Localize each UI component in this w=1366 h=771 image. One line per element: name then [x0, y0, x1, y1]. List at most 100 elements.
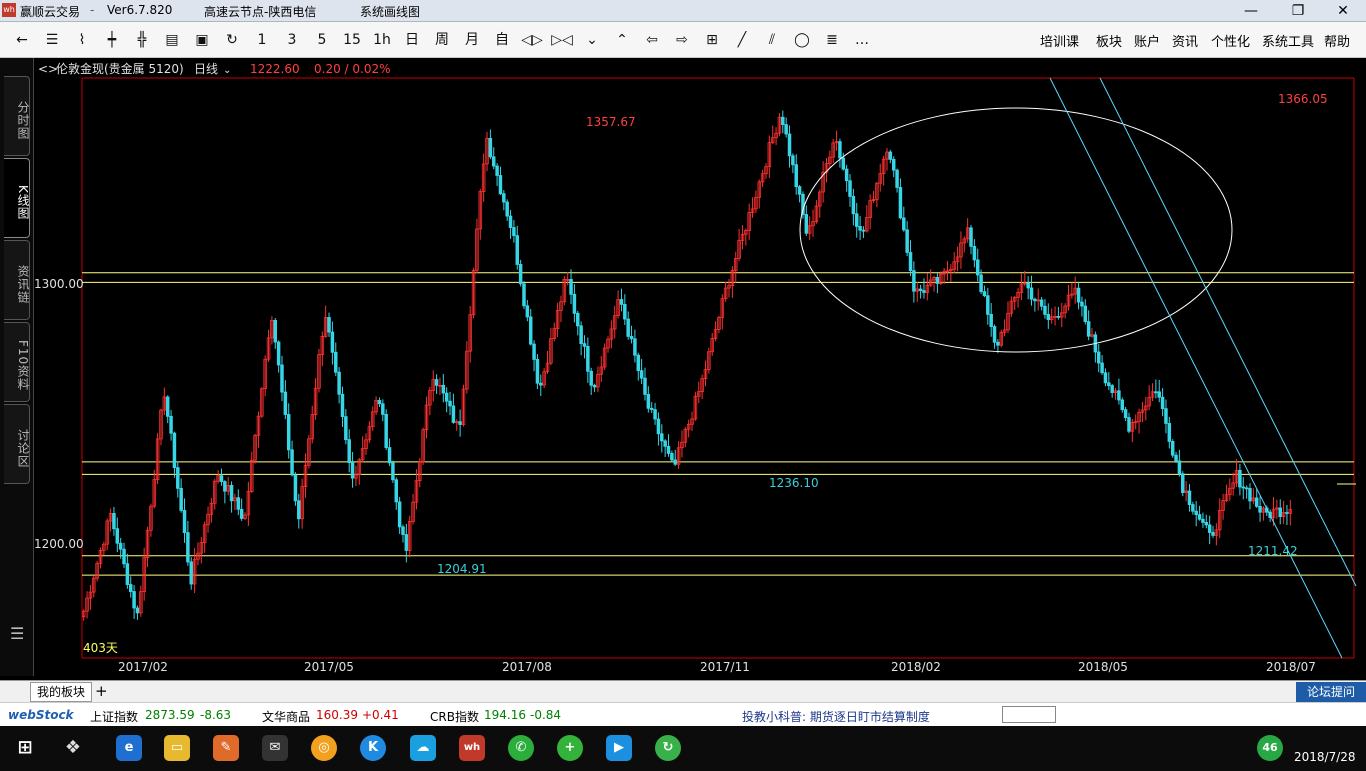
restore-button[interactable]: ❐	[1275, 0, 1321, 22]
period-week-button[interactable]: 周	[430, 29, 454, 51]
edge-icon[interactable]: e	[116, 735, 142, 761]
tab-discussion[interactable]: 讨论区	[4, 404, 30, 484]
plus-app-icon[interactable]: +	[557, 735, 583, 761]
minimize-button[interactable]: —	[1228, 0, 1274, 22]
candle-body	[649, 407, 654, 410]
arrow-right-icon[interactable]: ⇨	[670, 29, 694, 51]
candle-body	[276, 341, 281, 366]
app-k-icon[interactable]: K	[360, 735, 386, 761]
y-tick-1300: 1300.00	[34, 277, 84, 291]
candle-body	[989, 313, 993, 327]
arrow-left-icon[interactable]: ⇦	[640, 29, 664, 51]
menu-icon[interactable]: ☰	[10, 624, 24, 643]
kline-icon[interactable]: ┿	[100, 29, 124, 51]
cloud-icon[interactable]: ☁	[410, 735, 436, 761]
start-icon[interactable]: ⊞	[12, 735, 38, 761]
task-view-icon[interactable]: ❖	[60, 735, 86, 761]
menu-account[interactable]: 账户	[1134, 31, 1160, 50]
app-orange-icon[interactable]: ◎	[311, 735, 337, 761]
news-ticker[interactable]: 投教小科普: 期货逐日盯市结算制度	[742, 708, 930, 725]
zoom-out-icon[interactable]: ▷◁	[550, 29, 574, 51]
menu-news[interactable]: 资讯	[1172, 31, 1198, 50]
annotation-low-3: 1236.10	[769, 476, 819, 490]
candle-body	[223, 481, 227, 492]
more-icon[interactable]: …	[850, 29, 874, 51]
menu-sector[interactable]: 板块	[1096, 31, 1122, 50]
paint-icon[interactable]: ✎	[213, 735, 239, 761]
kline-chart[interactable]: <> 伦敦金现(贵金属 5120) 日线 ⌄ 1222.60 0.20 / 0.…	[34, 58, 1366, 676]
f10-icon[interactable]: ▤	[160, 29, 184, 51]
period-3min-button[interactable]: 3	[280, 29, 304, 51]
candle-body	[898, 187, 903, 219]
candle-body	[128, 584, 133, 592]
period-day-button[interactable]: 日	[400, 29, 424, 51]
annotation-high-1: 1366.05	[1278, 92, 1328, 106]
candle-body	[337, 371, 341, 395]
mail-icon[interactable]: ✉	[262, 735, 288, 761]
line-chart-icon[interactable]: ⌇	[70, 29, 94, 51]
candle-body	[280, 364, 284, 393]
period-1min-button[interactable]: 1	[250, 29, 274, 51]
candle-body	[165, 396, 170, 417]
draw-ellipse-icon[interactable]: ◯	[790, 29, 814, 51]
candle-body	[992, 326, 997, 343]
chevron-up-icon[interactable]: ⌃	[610, 29, 634, 51]
candle-body	[381, 403, 385, 415]
menu-personalize[interactable]: 个性化	[1211, 31, 1250, 50]
list-icon[interactable]: ☰	[40, 29, 64, 51]
candle-body	[458, 421, 462, 425]
add-tab-button[interactable]: +	[95, 682, 108, 700]
layout-icon[interactable]: ⊞	[700, 29, 724, 51]
green-app-icon[interactable]: ↻	[655, 735, 681, 761]
folder-icon[interactable]: ▭	[164, 735, 190, 761]
draw-channel-icon[interactable]: ⫽	[760, 29, 784, 51]
draw-line-icon[interactable]: ╱	[730, 29, 754, 51]
candle-body	[286, 414, 291, 451]
candle-body	[572, 293, 577, 314]
period-15min-button[interactable]: 15	[340, 29, 364, 51]
ticker-3-change: -0.84	[530, 708, 562, 722]
notification-badge[interactable]: 46	[1257, 735, 1283, 761]
separator: -	[90, 3, 95, 17]
candle-body	[1043, 305, 1047, 315]
menu-help[interactable]: 帮助	[1324, 31, 1350, 50]
tab-news-chain[interactable]: 资讯链	[4, 240, 30, 320]
windows-taskbar: ⊞ ❖ e ▭ ✎ ✉ ◎ K ☁ wh ✆ + ▶ ↻ 46 2018/7/2…	[0, 726, 1366, 771]
x-tick-5: 2018/02	[891, 660, 941, 674]
tab-f10[interactable]: F10资料	[4, 322, 30, 402]
candle-body	[340, 393, 345, 418]
back-icon[interactable]: ←	[10, 29, 34, 51]
candle-body	[663, 440, 667, 447]
menu-training[interactable]: 培训课	[1040, 31, 1079, 50]
kline-chart-panel[interactable]: <> 伦敦金现(贵金属 5120) 日线 ⌄ 1222.60 0.20 / 0.…	[34, 58, 1366, 676]
ticker-1-change: -8.63	[200, 708, 232, 722]
wechat-icon[interactable]: ✆	[508, 735, 534, 761]
video-icon[interactable]: ▶	[606, 735, 632, 761]
candle-body	[1164, 408, 1168, 424]
candle-body	[518, 264, 523, 285]
tab-intraday[interactable]: 分时图	[4, 76, 30, 156]
period-5min-button[interactable]: 5	[310, 29, 334, 51]
period-1h-button[interactable]: 1h	[370, 29, 394, 51]
candle-body	[905, 229, 909, 253]
candle-body	[1160, 396, 1165, 410]
refresh-icon[interactable]: ↻	[220, 29, 244, 51]
tick-chart-icon[interactable]: ╬	[130, 29, 154, 51]
period-custom-button[interactable]: 自	[490, 29, 514, 51]
tab-kline[interactable]: K线图	[4, 158, 30, 238]
period-chevron-icon[interactable]: ⌄	[223, 65, 231, 76]
quick-search-input[interactable]	[1002, 706, 1056, 723]
period-select[interactable]: 日线	[194, 62, 218, 76]
text-tool-icon[interactable]: ≣	[820, 29, 844, 51]
save-icon[interactable]: ▣	[190, 29, 214, 51]
period-month-button[interactable]: 月	[460, 29, 484, 51]
tab-my-sector[interactable]: 我的板块	[30, 682, 93, 702]
candle-body	[666, 445, 671, 454]
candle-body	[653, 409, 657, 420]
forum-ask-button[interactable]: 论坛提问	[1296, 682, 1366, 702]
trading-app-icon[interactable]: wh	[459, 735, 485, 761]
chevron-down-icon[interactable]: ⌄	[580, 29, 604, 51]
close-button[interactable]: ✕	[1320, 0, 1366, 22]
zoom-in-icon[interactable]: ◁▷	[520, 29, 544, 51]
menu-system-tools[interactable]: 系统工具	[1262, 31, 1314, 50]
